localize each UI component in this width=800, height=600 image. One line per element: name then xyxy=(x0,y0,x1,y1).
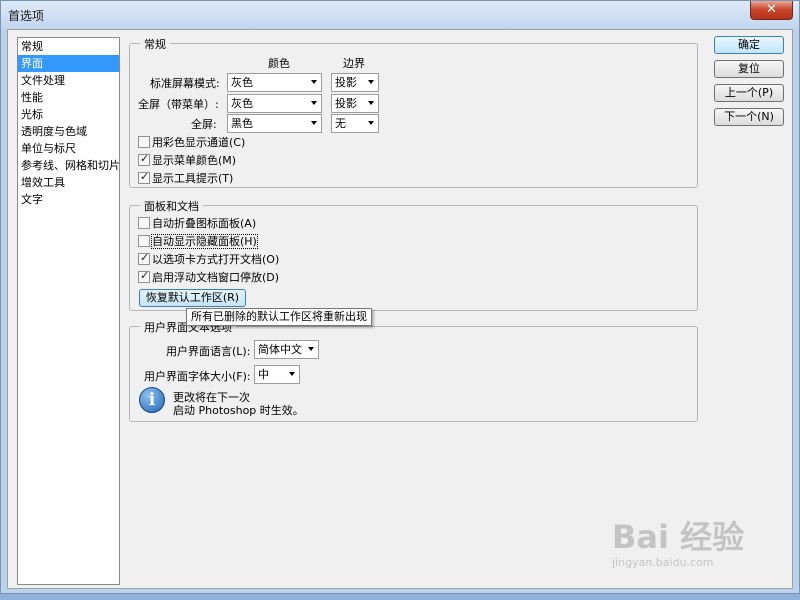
ui-text-options-group: 用户界面文本选项 用户界面语言(L): 简体中文 用户界面字体大小(F): 中 … xyxy=(129,319,698,422)
sidebar-item-performance[interactable]: 性能 xyxy=(18,89,119,106)
chevron-down-icon xyxy=(368,101,374,105)
ui-language-label: 用户界面语言(L): xyxy=(166,345,251,358)
sidebar-item-cursors[interactable]: 光标 xyxy=(18,106,119,123)
restart-note-line2: 启动 Photoshop 时生效。 xyxy=(173,404,304,417)
chevron-down-icon xyxy=(311,121,317,125)
watermark-logo: Bai 经验 xyxy=(612,518,745,556)
column-header-color: 颜色 xyxy=(268,57,290,70)
show-tooltips-checkbox[interactable]: 显示工具提示(T) xyxy=(138,170,233,188)
dialog-body: 常规 界面 文件处理 性能 光标 透明度与色域 单位与标尺 参考线、网格和切片 … xyxy=(7,29,793,589)
restore-workspaces-button[interactable]: 恢复默认工作区(R) xyxy=(139,289,246,307)
panels-group-title: 面板和文档 xyxy=(140,198,203,214)
chevron-down-icon xyxy=(289,372,295,376)
info-icon: i xyxy=(139,387,165,413)
ui-font-size-label: 用户界面字体大小(F): xyxy=(144,370,251,383)
fullscreen-border-select[interactable]: 无 xyxy=(331,114,379,133)
category-list[interactable]: 常规 界面 文件处理 性能 光标 透明度与色域 单位与标尺 参考线、网格和切片 … xyxy=(17,37,120,585)
sidebar-item-transparency[interactable]: 透明度与色域 xyxy=(18,123,119,140)
sidebar-item-file-handling[interactable]: 文件处理 xyxy=(18,72,119,89)
preferences-window: 首选项 ✕ 常规 界面 文件处理 性能 光标 透明度与色域 单位与标尺 参考线、… xyxy=(0,0,800,594)
checkbox-box[interactable] xyxy=(138,235,150,247)
checkmark-icon[interactable] xyxy=(138,269,150,283)
close-icon: ✕ xyxy=(766,2,777,17)
standard-screen-color-select[interactable]: 灰色 xyxy=(227,73,322,92)
next-button[interactable]: 下一个(N) xyxy=(714,108,784,126)
baidu-jingyan-watermark: Bai 经验 jingyan.baidu.com xyxy=(612,512,744,569)
fullscreen-menu-color-select[interactable]: 灰色 xyxy=(227,94,322,113)
chevron-down-icon xyxy=(308,347,314,351)
show-channels-color-checkbox[interactable]: 用彩色显示通道(C) xyxy=(138,136,245,152)
previous-button[interactable]: 上一个(P) xyxy=(714,84,784,102)
chevron-down-icon xyxy=(368,121,374,125)
chevron-down-icon xyxy=(311,80,317,84)
checkbox-box[interactable] xyxy=(138,136,150,148)
sidebar-item-general[interactable]: 常规 xyxy=(18,38,119,55)
ok-button[interactable]: 确定 xyxy=(714,36,784,54)
fullscreen-color-select[interactable]: 黑色 xyxy=(227,114,322,133)
sidebar-item-plugins[interactable]: 增效工具 xyxy=(18,174,119,191)
ui-font-size-select[interactable]: 中 xyxy=(254,365,300,384)
sidebar-item-guides[interactable]: 参考线、网格和切片 xyxy=(18,157,120,174)
general-group: 常规 颜色 边界 标准屏幕模式: 灰色 投影 全屏（带菜单）: 灰色 投影 全屏… xyxy=(129,36,698,188)
standard-screen-border-select[interactable]: 投影 xyxy=(331,73,379,92)
close-button[interactable]: ✕ xyxy=(750,1,793,20)
checkmark-icon[interactable] xyxy=(138,170,150,184)
floating-document-docking-checkbox[interactable]: 启用浮动文档窗口停放(D) xyxy=(138,269,279,287)
open-documents-as-tabs-checkbox[interactable]: 以选项卡方式打开文档(O) xyxy=(138,251,279,269)
fullscreen-label: 全屏: xyxy=(191,118,217,131)
chevron-down-icon xyxy=(311,101,317,105)
checkmark-icon[interactable] xyxy=(138,152,150,166)
checkmark-icon[interactable] xyxy=(138,251,150,265)
taskbar[interactable] xyxy=(0,594,800,600)
general-group-title: 常规 xyxy=(140,36,170,52)
window-title: 首选项 xyxy=(8,9,45,23)
sidebar-item-interface[interactable]: 界面 xyxy=(18,55,119,72)
restore-tooltip: 所有已删除的默认工作区将重新出现 xyxy=(186,308,372,326)
ui-language-select[interactable]: 简体中文 xyxy=(254,340,319,359)
column-header-border: 边界 xyxy=(343,57,365,70)
chevron-down-icon xyxy=(368,80,374,84)
panels-documents-group: 面板和文档 自动折叠图标面板(A) 自动显示隐藏面板(H) 以选项卡方式打开文档… xyxy=(129,198,698,311)
fullscreen-menu-border-select[interactable]: 投影 xyxy=(331,94,379,113)
auto-collapse-panels-checkbox[interactable]: 自动折叠图标面板(A) xyxy=(138,217,256,233)
reset-button[interactable]: 复位 xyxy=(714,60,784,78)
show-menu-colors-checkbox[interactable]: 显示菜单颜色(M) xyxy=(138,152,236,170)
auto-show-hidden-panels-checkbox[interactable]: 自动显示隐藏面板(H) xyxy=(138,234,258,251)
sidebar-item-units[interactable]: 单位与标尺 xyxy=(18,140,119,157)
fullscreen-menu-label: 全屏（带菜单）: xyxy=(138,98,219,111)
checkbox-box[interactable] xyxy=(138,217,150,229)
sidebar-item-type[interactable]: 文字 xyxy=(18,191,119,208)
title-bar[interactable]: 首选项 ✕ xyxy=(1,1,799,28)
standard-screen-label: 标准屏幕模式: xyxy=(150,77,220,90)
